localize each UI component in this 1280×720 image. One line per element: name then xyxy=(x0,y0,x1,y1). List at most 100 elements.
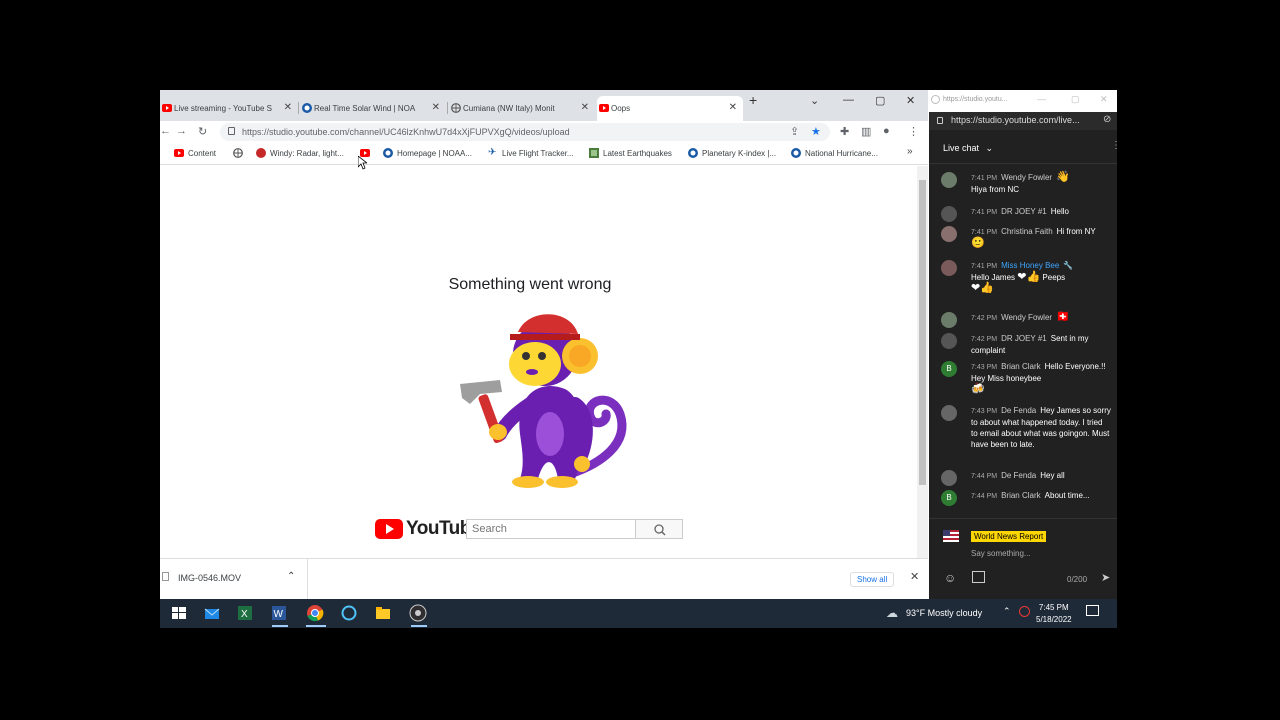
bookmark-globe[interactable] xyxy=(233,148,243,158)
obs-active-indicator xyxy=(411,625,427,627)
window-close-icon[interactable]: ✕ xyxy=(1100,94,1108,105)
reload-icon[interactable]: ↻ xyxy=(198,125,207,138)
message-time: 7:41 PM xyxy=(971,263,998,270)
avatar[interactable] xyxy=(941,226,957,242)
map-icon xyxy=(589,148,599,158)
chevron-up-icon[interactable]: ⌃ xyxy=(287,571,295,582)
mail-icon[interactable] xyxy=(203,604,221,622)
tab-solar-wind[interactable]: Real Time Solar Wind | NOA ✕ xyxy=(300,96,446,121)
cortana-icon[interactable] xyxy=(340,604,358,622)
message-author[interactable]: Brian Clark xyxy=(1001,362,1041,371)
avatar[interactable] xyxy=(941,405,957,421)
page-content: Something went wrong YouTube Search xyxy=(160,166,917,558)
star-icon[interactable]: ★ xyxy=(811,125,821,138)
noaa-icon xyxy=(791,148,801,158)
weather-widget[interactable]: 93°F Mostly cloudy xyxy=(906,608,982,618)
tab-live-streaming[interactable]: Live streaming - YouTube S ✕ xyxy=(160,96,298,121)
address-bar[interactable]: https://studio.youtube.com/channel/UC46l… xyxy=(220,123,830,141)
tab-oops[interactable]: Oops ✕ xyxy=(597,96,743,121)
live-chat-dropdown[interactable]: Live chat xyxy=(943,143,979,153)
eye-off-icon[interactable]: ⊘ xyxy=(1103,114,1111,125)
system-clock[interactable]: 7:45 PM 5/18/2022 xyxy=(1036,602,1072,626)
message-author[interactable]: Brian Clark xyxy=(1001,491,1041,500)
avatar[interactable] xyxy=(941,470,957,486)
tray-icon[interactable] xyxy=(1019,606,1030,617)
message-author[interactable]: Wendy Fowler xyxy=(1001,173,1052,182)
avatar[interactable] xyxy=(941,172,957,188)
avatar[interactable] xyxy=(941,312,957,328)
tab-cumiana[interactable]: Cumiana (NW Italy) Monit ✕ xyxy=(449,96,595,121)
send-icon[interactable]: ➤ xyxy=(1101,571,1110,584)
bookmark-k-index[interactable]: Planetary K-index |... xyxy=(688,148,776,158)
maximize-icon[interactable]: ▢ xyxy=(1071,94,1080,105)
minimize-icon[interactable]: — xyxy=(843,94,854,106)
message-author[interactable]: Christina Faith xyxy=(1001,227,1053,236)
windows-start-icon[interactable] xyxy=(170,604,188,622)
sidepanel-icon[interactable]: ▥ xyxy=(861,125,871,138)
chrome-icon[interactable] xyxy=(306,604,324,622)
excel-icon[interactable]: X xyxy=(236,604,254,622)
avatar[interactable] xyxy=(941,206,957,222)
search-input[interactable] xyxy=(466,519,636,539)
chat-url-bar[interactable]: https://studio.youtube.com/live... ⊘ xyxy=(929,112,1117,130)
bookmark-earthquakes[interactable]: Latest Earthquakes xyxy=(589,148,672,158)
minimize-icon[interactable]: — xyxy=(1037,94,1046,104)
extensions-icon[interactable]: ✚ xyxy=(840,125,849,138)
file-icon xyxy=(162,572,169,581)
avatar[interactable] xyxy=(941,333,957,349)
bookmark-hurricane[interactable]: National Hurricane... xyxy=(791,148,878,158)
close-icon[interactable]: ✕ xyxy=(729,102,737,113)
bookmark-flight-tracker[interactable]: ✈ Live Flight Tracker... xyxy=(488,148,574,158)
avatar[interactable] xyxy=(941,260,957,276)
message-author[interactable]: De Fenda xyxy=(1001,471,1036,480)
globe-icon xyxy=(931,95,940,104)
search-button[interactable] xyxy=(635,519,683,539)
chevron-up-icon[interactable]: ⌃ xyxy=(1003,606,1011,617)
tab-separator xyxy=(447,102,448,114)
avatar[interactable]: B xyxy=(941,361,957,377)
message-text: Hi from NY xyxy=(1056,227,1096,236)
close-icon[interactable]: ✕ xyxy=(910,570,919,583)
window-close-icon[interactable]: ✕ xyxy=(906,94,915,107)
message-time: 7:44 PM xyxy=(971,493,998,500)
chevron-down-icon[interactable]: ⌄ xyxy=(986,143,994,153)
message-author[interactable]: DR JOEY #1 xyxy=(1001,334,1047,343)
clock-time: 7:45 PM xyxy=(1038,603,1069,612)
avatar[interactable]: B xyxy=(941,490,957,506)
maximize-icon[interactable]: ▢ xyxy=(875,94,885,107)
poll-icon[interactable] xyxy=(972,571,985,583)
profile-icon[interactable]: ● xyxy=(883,125,890,137)
obs-icon[interactable] xyxy=(409,604,427,622)
bookmark-noaa-homepage[interactable]: Homepage | NOAA... xyxy=(383,148,472,158)
message-author[interactable]: Wendy Fowler xyxy=(1001,313,1052,322)
menu-icon[interactable]: ⋮ xyxy=(908,125,919,138)
windows-taskbar: X W ☁ 93°F Mostly cloudy ⌃ 7:45 PM 5/18/… xyxy=(160,599,1117,628)
new-tab-icon[interactable]: + xyxy=(749,92,757,108)
chat-message-input[interactable]: Say something... xyxy=(971,549,1031,558)
emoji-icon[interactable]: ☺ xyxy=(944,571,956,585)
scrollbar-thumb[interactable] xyxy=(919,180,926,485)
chevron-down-icon[interactable]: ⌄ xyxy=(810,94,819,107)
message-author-moderator[interactable]: Miss Honey Bee xyxy=(1001,261,1059,270)
close-icon[interactable]: ✕ xyxy=(432,102,440,113)
file-explorer-icon[interactable] xyxy=(374,604,392,622)
share-icon[interactable]: ⇪ xyxy=(790,125,799,138)
forward-icon[interactable]: → xyxy=(176,125,187,137)
more-icon[interactable]: ⋮ xyxy=(1111,140,1117,151)
bookmark-windy[interactable]: Windy: Radar, light... xyxy=(256,148,344,158)
more-bookmarks-button[interactable]: » xyxy=(907,146,913,157)
download-item[interactable]: IMG-0546.MOV ⌃ xyxy=(160,559,308,600)
show-all-button[interactable]: Show all xyxy=(850,572,895,587)
smile-emoji: 🙂 xyxy=(971,237,985,249)
back-icon[interactable]: ← xyxy=(160,125,171,137)
message-author[interactable]: DR JOEY #1 xyxy=(1001,207,1047,216)
page-scrollbar[interactable] xyxy=(917,166,928,558)
bookmark-content[interactable]: Content xyxy=(174,148,216,158)
close-icon[interactable]: ✕ xyxy=(284,102,292,113)
message-author[interactable]: De Fenda xyxy=(1001,406,1036,415)
close-icon[interactable]: ✕ xyxy=(581,102,589,113)
notifications-icon[interactable] xyxy=(1086,605,1099,616)
chat-message: 7:41 PM Miss Honey Bee 🔧 Hello James ❤👍 Pee… xyxy=(941,260,1111,294)
word-icon[interactable]: W xyxy=(270,604,288,622)
tab-title: Real Time Solar Wind | NOA xyxy=(314,104,416,113)
